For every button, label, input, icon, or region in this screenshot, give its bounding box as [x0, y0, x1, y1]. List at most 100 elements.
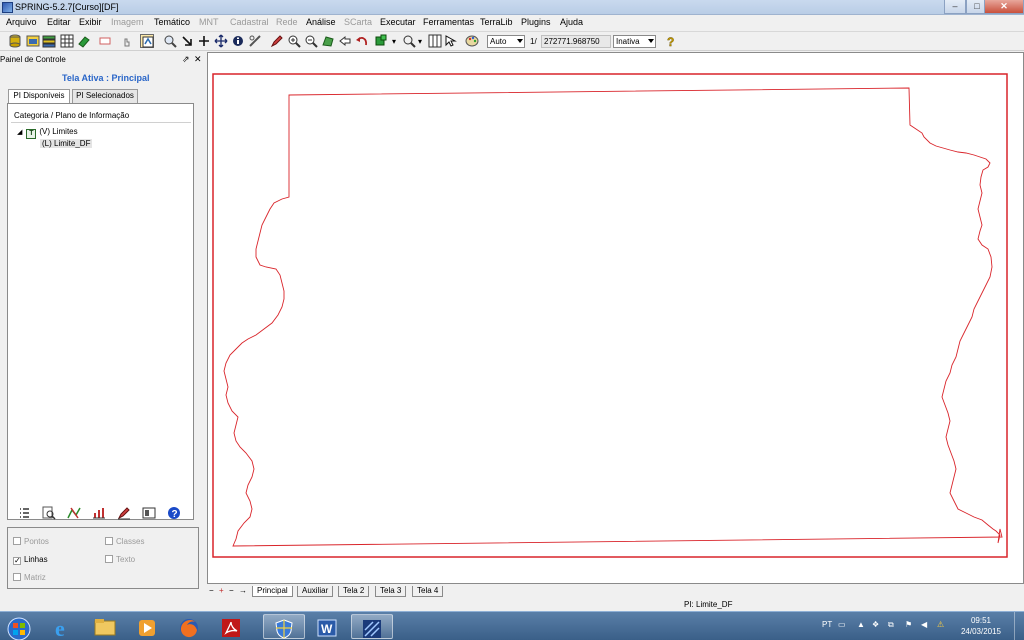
scale-value-field[interactable]: 272771.968750: [541, 35, 611, 48]
menu-arquivo[interactable]: Arquivo: [6, 17, 37, 27]
show-hidden-icons[interactable]: ▲: [857, 620, 865, 629]
database-icon[interactable]: [8, 34, 22, 48]
internet-explorer-icon[interactable]: e: [44, 614, 82, 639]
select-icon[interactable]: [375, 34, 389, 48]
menu-cadastral[interactable]: Cadastral: [230, 17, 269, 27]
list-icon[interactable]: [17, 506, 31, 520]
pencil-icon[interactable]: [117, 506, 131, 520]
checkbox-pontos[interactable]: Pontos: [13, 537, 49, 547]
eraser-icon[interactable]: [77, 34, 91, 48]
checkbox-box[interactable]: [13, 573, 21, 581]
spring-app-icon[interactable]: [351, 614, 393, 639]
keyboard-icon[interactable]: ▭: [838, 620, 846, 629]
close-button[interactable]: ✕: [984, 0, 1024, 14]
menu-rede[interactable]: Rede: [276, 17, 298, 27]
checkbox-box[interactable]: [105, 555, 113, 563]
tab-principal[interactable]: Principal: [252, 586, 293, 597]
menu-imagem[interactable]: Imagem: [111, 17, 144, 27]
checkbox-classes[interactable]: Classes: [105, 537, 144, 547]
add-screen-icon[interactable]: +: [219, 585, 224, 596]
pan-icon[interactable]: [214, 34, 228, 48]
pointer-icon[interactable]: [444, 34, 458, 48]
help-icon[interactable]: ?: [167, 506, 181, 520]
tab-pi-selecionados[interactable]: PI Selecionados: [72, 89, 138, 103]
checkbox-box-checked[interactable]: ✓: [13, 557, 21, 565]
table-icon[interactable]: [428, 34, 442, 48]
panel-float-button[interactable]: ⇗: [182, 54, 190, 65]
checkbox-box[interactable]: [13, 537, 21, 545]
select-dropdown-arrow[interactable]: ▾: [392, 37, 396, 46]
checkbox-linhas[interactable]: ✓ Linhas: [13, 555, 48, 565]
acrobat-icon[interactable]: [212, 614, 250, 639]
back-icon[interactable]: [338, 34, 352, 48]
volume-icon[interactable]: ◀: [921, 620, 927, 629]
action-center-flag-icon[interactable]: ⚑: [905, 620, 912, 629]
zoom-in-icon[interactable]: [287, 34, 301, 48]
word-icon[interactable]: W: [308, 614, 346, 639]
system-clock[interactable]: 09:51 24/03/2015: [956, 615, 1006, 637]
edit-map-icon[interactable]: [67, 506, 81, 520]
nav-first-icon[interactable]: −: [209, 585, 214, 596]
draw-icon[interactable]: [140, 34, 154, 48]
search-icon[interactable]: [402, 34, 416, 48]
tab-pi-disponiveis[interactable]: PI Disponíveis: [8, 89, 70, 104]
chart-icon[interactable]: [92, 506, 106, 520]
nav-last-icon[interactable]: →: [239, 585, 247, 596]
undo-icon[interactable]: [355, 34, 369, 48]
dropbox-icon[interactable]: ❖: [872, 620, 879, 629]
palette-icon[interactable]: [465, 34, 479, 48]
menu-exibir[interactable]: Exibir: [79, 17, 102, 27]
expand-arrow-icon[interactable]: ◢: [17, 129, 22, 136]
zoom-icon[interactable]: [163, 34, 177, 48]
hand-icon[interactable]: [120, 34, 134, 48]
menu-scarta[interactable]: SCarta: [344, 17, 372, 27]
zoom-doc-icon[interactable]: [42, 506, 56, 520]
menu-tematico[interactable]: Temático: [154, 17, 190, 27]
menu-plugins[interactable]: Plugins: [521, 17, 551, 27]
menu-mnt[interactable]: MNT: [199, 17, 219, 27]
menu-analise[interactable]: Análise: [306, 17, 336, 27]
tab-tela-2[interactable]: Tela 2: [338, 586, 370, 597]
checkbox-box[interactable]: [105, 537, 113, 545]
remove-screen-icon[interactable]: −: [229, 585, 234, 596]
menu-terralib[interactable]: TerraLib: [480, 17, 513, 27]
arrow-icon[interactable]: [180, 34, 194, 48]
plus-icon[interactable]: [197, 34, 211, 48]
file-explorer-icon[interactable]: [86, 614, 124, 639]
menu-ajuda[interactable]: Ajuda: [560, 17, 583, 27]
tab-tela-3[interactable]: Tela 3: [375, 586, 407, 597]
map-canvas[interactable]: [207, 52, 1024, 584]
layers-icon[interactable]: [42, 34, 56, 48]
sync-icon[interactable]: ⧉: [888, 620, 894, 630]
info-icon[interactable]: [231, 34, 245, 48]
panel-close-button[interactable]: ✕: [194, 54, 202, 65]
measure-icon[interactable]: [248, 34, 262, 48]
tab-auxiliar[interactable]: Auxiliar: [297, 586, 334, 597]
status-select[interactable]: Inativa: [613, 35, 656, 48]
security-shield-icon[interactable]: [263, 614, 305, 639]
pencil-icon[interactable]: [270, 34, 284, 48]
zoom-out-icon[interactable]: [304, 34, 318, 48]
network-warning-icon[interactable]: ⚠: [937, 620, 944, 629]
help-icon[interactable]: ?: [664, 34, 678, 48]
project-icon[interactable]: [26, 34, 40, 48]
language-indicator[interactable]: PT: [822, 620, 832, 629]
minimize-button[interactable]: –: [944, 0, 966, 14]
media-player-icon[interactable]: [128, 614, 166, 639]
firefox-icon[interactable]: [170, 614, 208, 639]
show-desktop-button[interactable]: [1014, 612, 1024, 640]
grid-icon[interactable]: [60, 34, 74, 48]
scale-mode-select[interactable]: Auto: [487, 35, 525, 48]
tab-tela-4[interactable]: Tela 4: [412, 586, 444, 597]
search-dropdown-arrow[interactable]: ▾: [418, 37, 422, 46]
checkbox-texto[interactable]: Texto: [105, 555, 135, 565]
frame-icon[interactable]: [142, 506, 156, 520]
zoom-area-icon[interactable]: [321, 34, 335, 48]
menu-editar[interactable]: Editar: [47, 17, 71, 27]
menu-ferramentas[interactable]: Ferramentas: [423, 17, 474, 27]
start-orb-icon[interactable]: [2, 614, 36, 640]
map-drawing[interactable]: [208, 53, 1023, 583]
checkbox-matriz[interactable]: Matriz: [13, 573, 46, 583]
tree-layer-limite-df[interactable]: (L) Limite_DF: [40, 138, 93, 149]
menu-executar[interactable]: Executar: [380, 17, 416, 27]
